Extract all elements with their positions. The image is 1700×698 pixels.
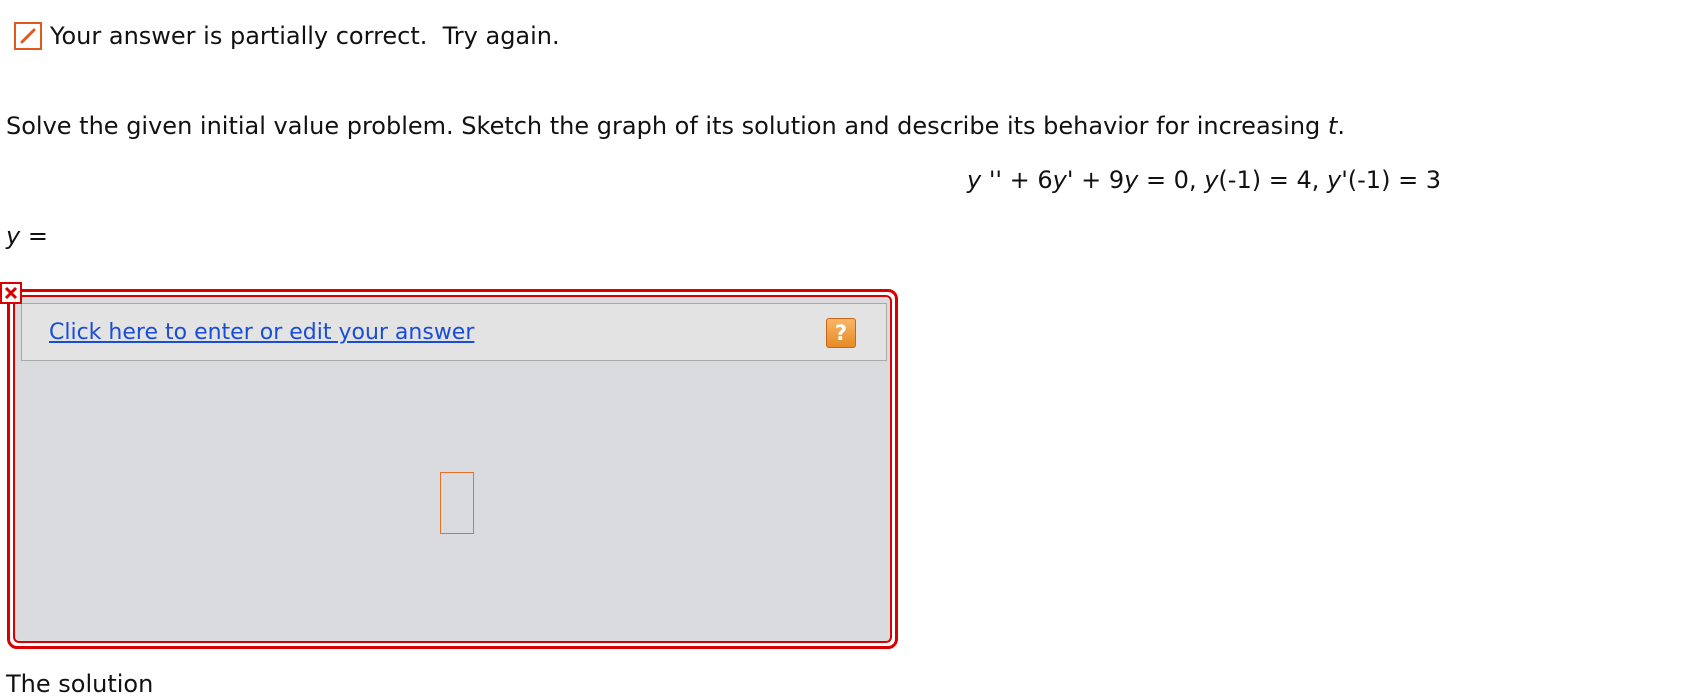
answer-placeholder-box[interactable] (440, 472, 474, 534)
eq-var-y: y (1326, 166, 1342, 194)
close-x-icon (0, 282, 22, 304)
eq-text: (-1) = 4, (1218, 166, 1327, 194)
problem-prompt-text: Solve the given initial value problem. S… (6, 112, 1328, 140)
problem-prompt-end: . (1337, 112, 1345, 140)
problem-prompt: Solve the given initial value problem. S… (6, 112, 1345, 140)
next-question-text: The solution (6, 670, 154, 698)
edit-answer-link[interactable]: Click here to enter or edit your answer (49, 320, 474, 346)
question-icon[interactable]: ? (826, 318, 856, 348)
answer-toolbar: Click here to enter or edit your answer … (21, 303, 887, 361)
variable-t: t (1327, 112, 1338, 140)
answer-label: y = (6, 222, 48, 250)
answer-input-box[interactable]: Click here to enter or edit your answer … (7, 289, 898, 649)
eq-text: '' + 6 (981, 166, 1053, 194)
status-message: Your answer is partially correct. Try ag… (50, 22, 560, 50)
eq-var-y: y (1124, 166, 1139, 194)
eq-text: '(-1) = 3 (1341, 166, 1442, 194)
eq-text: = 0, (1138, 166, 1205, 194)
eq-text: ' + 9 (1066, 166, 1125, 194)
pencil-icon (14, 22, 42, 50)
answer-label-var: y (6, 222, 21, 250)
initial-value-equation: y '' + 6y' + 9y = 0, y(-1) = 4, y'(-1) =… (967, 166, 1441, 194)
eq-var-y: y (1052, 166, 1067, 194)
answer-label-equals: = (20, 222, 48, 250)
eq-var-y: y (1204, 166, 1219, 194)
eq-var-y: y (967, 166, 982, 194)
answer-status: Your answer is partially correct. Try ag… (14, 20, 560, 52)
answer-editor-area[interactable]: Click here to enter or edit your answer … (13, 295, 892, 643)
